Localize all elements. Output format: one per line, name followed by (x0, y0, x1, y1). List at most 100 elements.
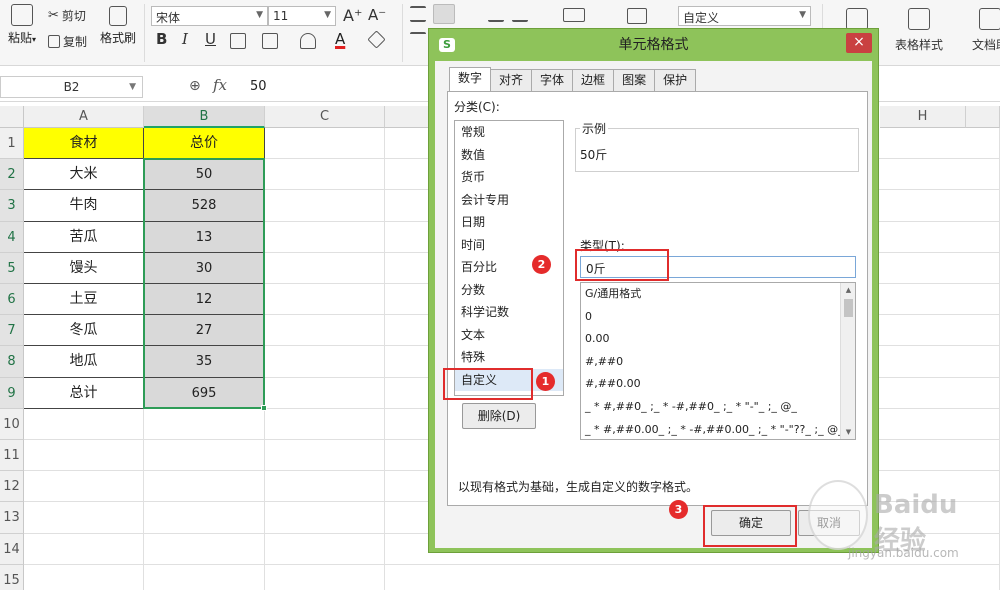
header-cell-total[interactable]: 总价 (144, 128, 265, 160)
type-list-item[interactable]: #,##0.00 (581, 373, 855, 396)
font-name-select[interactable]: 宋体 ▼ (151, 6, 268, 26)
row-header-14[interactable]: 14 (0, 533, 24, 565)
table-cell-price[interactable]: 30 (144, 252, 265, 284)
empty-cell[interactable] (144, 440, 265, 472)
category-item[interactable]: 分数 (455, 279, 563, 302)
category-item[interactable]: 常规 (455, 121, 563, 144)
category-item[interactable]: 日期 (455, 211, 563, 234)
empty-cell[interactable] (265, 471, 385, 503)
border-icon[interactable] (230, 33, 246, 49)
empty-cell[interactable] (265, 252, 385, 284)
empty-cell[interactable] (265, 440, 385, 472)
merge-style-icon[interactable] (262, 33, 278, 49)
empty-cell[interactable] (265, 533, 385, 565)
table-cell-price[interactable]: 13 (144, 221, 265, 253)
empty-cell[interactable] (144, 533, 265, 565)
header-cell-ingredient[interactable]: 食材 (24, 128, 144, 160)
align-left-icon[interactable] (410, 32, 426, 48)
font-shrink-button[interactable]: A⁻ (368, 6, 386, 24)
table-cell-name[interactable]: 馒头 (24, 252, 144, 284)
table-cell-name[interactable]: 大米 (24, 159, 144, 191)
category-item[interactable]: 时间 (455, 234, 563, 257)
row-header-9[interactable]: 9 (0, 377, 24, 409)
row-header-3[interactable]: 3 (0, 190, 24, 222)
wrap-text-icon[interactable] (627, 8, 647, 24)
table-cell-name[interactable]: 总计 (24, 377, 144, 409)
tab-number[interactable]: 数字 (449, 67, 492, 91)
category-item[interactable]: 数值 (455, 144, 563, 167)
empty-cell[interactable] (24, 471, 144, 503)
align-middle-icon[interactable] (433, 4, 455, 24)
row-header-7[interactable]: 7 (0, 315, 24, 347)
empty-cell[interactable] (144, 408, 265, 440)
zoom-icon[interactable]: ⊕ (189, 78, 201, 94)
italic-button[interactable]: I (182, 30, 188, 48)
column-header-d[interactable] (385, 106, 430, 128)
empty-cell[interactable] (24, 502, 144, 534)
row-header-4[interactable]: 4 (0, 221, 24, 253)
name-box[interactable]: B2 ▼ (0, 76, 143, 98)
scroll-thumb[interactable] (844, 299, 853, 317)
empty-cell[interactable] (144, 502, 265, 534)
doc-assistant-button[interactable]: 文档助 (972, 8, 1000, 53)
row-header-11[interactable]: 11 (0, 440, 24, 472)
eraser-icon[interactable] (367, 30, 386, 49)
table-cell-price[interactable]: 12 (144, 284, 265, 316)
table-style-button[interactable]: 表格样式 (895, 8, 943, 53)
type-list-item[interactable]: #,##0 (581, 351, 855, 374)
empty-cell[interactable] (265, 284, 385, 316)
type-list-item[interactable]: G/通用格式 (581, 283, 855, 306)
empty-cell[interactable] (265, 346, 385, 378)
tab-protection[interactable]: 保护 (654, 69, 697, 91)
type-list-item[interactable]: _ * #,##0_ ;_ * -#,##0_ ;_ * "-"_ ;_ @_ (581, 396, 855, 419)
format-painter-button[interactable]: 格式刷 (98, 6, 138, 46)
category-item[interactable]: 特殊 (455, 346, 563, 369)
row-header-1[interactable]: 1 (0, 128, 24, 160)
category-item[interactable]: 文本 (455, 324, 563, 347)
tab-border[interactable]: 边框 (572, 69, 615, 91)
empty-cell[interactable] (265, 564, 385, 590)
type-list-item[interactable]: 0 (581, 306, 855, 329)
table-cell-price[interactable]: 27 (144, 315, 265, 347)
table-cell-price[interactable]: 695 (144, 377, 265, 409)
select-all-corner[interactable] (0, 106, 24, 128)
empty-cell[interactable] (265, 502, 385, 534)
empty-cell[interactable] (265, 408, 385, 440)
type-input[interactable]: 0斤 (580, 256, 856, 278)
table-cell-price[interactable]: 50 (144, 159, 265, 191)
row-header-13[interactable]: 13 (0, 502, 24, 534)
row-header-15[interactable]: 15 (0, 564, 24, 590)
type-list[interactable]: G/通用格式 0 0.00 #,##0 #,##0.00 _ * #,##0_ ;_ * … (580, 282, 856, 440)
close-button[interactable]: × (846, 33, 872, 53)
table-cell-price[interactable]: 35 (144, 346, 265, 378)
table-cell-name[interactable]: 牛肉 (24, 190, 144, 222)
conditional-format-icon[interactable] (846, 8, 868, 30)
column-header-a[interactable]: A (24, 106, 144, 128)
empty-cell[interactable] (24, 564, 144, 590)
empty-cell[interactable] (265, 190, 385, 222)
merge-center-icon[interactable] (563, 8, 585, 22)
ok-button[interactable]: 确定 (711, 510, 791, 536)
table-cell-name[interactable]: 土豆 (24, 284, 144, 316)
empty-cell[interactable] (265, 128, 385, 160)
category-item[interactable]: 货币 (455, 166, 563, 189)
tab-pattern[interactable]: 图案 (613, 69, 656, 91)
fill-handle[interactable] (261, 405, 267, 411)
indent-increase-icon[interactable] (512, 6, 528, 22)
empty-cell[interactable] (24, 533, 144, 565)
copy-button[interactable]: 复制 (48, 33, 87, 50)
type-list-scrollbar[interactable]: ▲ ▼ (840, 283, 855, 439)
font-color-button[interactable]: A (335, 30, 345, 48)
paste-button[interactable]: 粘贴▾ (4, 4, 40, 46)
table-cell-name[interactable]: 苦瓜 (24, 221, 144, 253)
empty-cell[interactable] (144, 564, 265, 590)
column-header-b[interactable]: B (144, 106, 265, 128)
row-header-5[interactable]: 5 (0, 252, 24, 284)
row-header-2[interactable]: 2 (0, 159, 24, 191)
category-item[interactable]: 科学记数 (455, 301, 563, 324)
scroll-up-icon[interactable]: ▲ (841, 283, 855, 297)
delete-button[interactable]: 删除(D) (462, 403, 536, 429)
indent-decrease-icon[interactable] (488, 6, 504, 22)
font-grow-button[interactable]: A⁺ (343, 6, 362, 25)
empty-cell[interactable] (265, 377, 385, 409)
